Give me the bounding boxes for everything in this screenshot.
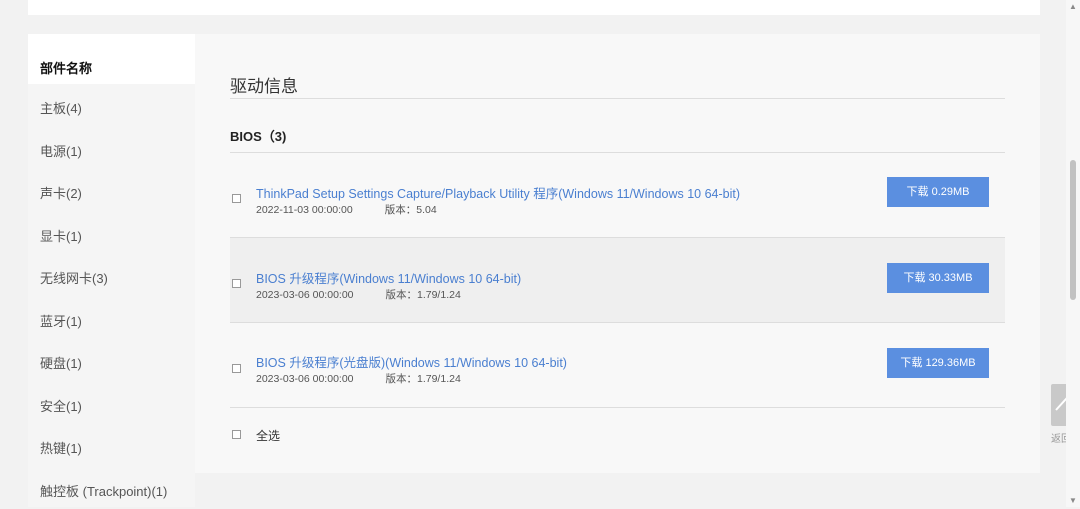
download-button[interactable]: 下载 0.29MB xyxy=(887,177,989,207)
driver-row: ThinkPad Setup Settings Capture/Playback… xyxy=(230,153,1005,238)
driver-name-link[interactable]: BIOS 升级程序(Windows 11/Windows 10 64-bit) xyxy=(256,268,521,287)
driver-row: BIOS 升级程序(光盘版)(Windows 11/Windows 10 64-… xyxy=(230,323,1005,408)
driver-row: BIOS 升级程序(Windows 11/Windows 10 64-bit) … xyxy=(230,238,1005,323)
sidebar-header: 部件名称 xyxy=(28,34,195,84)
sidebar-item-audio[interactable]: 声卡(2) xyxy=(28,169,195,212)
download-button[interactable]: 下载 30.33MB xyxy=(887,263,989,293)
driver-checkbox[interactable] xyxy=(232,194,241,203)
sidebar-item-wireless[interactable]: 无线网卡(3) xyxy=(28,254,195,297)
scroll-up-arrow-icon[interactable]: ▲ xyxy=(1069,2,1077,11)
select-all[interactable]: 全选 xyxy=(230,427,280,444)
divider xyxy=(230,407,1005,408)
sidebar-item-power[interactable]: 电源(1) xyxy=(28,127,195,170)
driver-date: 2023-03-06 00:00:00 xyxy=(256,373,354,385)
sidebar-item-trackpoint[interactable]: 触控板 (Trackpoint)(1) xyxy=(28,467,195,509)
sidebar-item-hotkey[interactable]: 热键(1) xyxy=(28,424,195,467)
download-button[interactable]: 下载 129.36MB xyxy=(887,348,989,378)
scrollbar-thumb[interactable] xyxy=(1070,160,1076,300)
page-title: 驱动信息 xyxy=(230,72,298,97)
driver-date: 2022-11-03 00:00:00 xyxy=(256,204,353,216)
driver-version: 版本：5.04 xyxy=(385,204,437,216)
section-title: BIOS（3) xyxy=(230,126,286,145)
select-all-label[interactable]: 全选 xyxy=(256,429,280,443)
driver-name-link[interactable]: BIOS 升级程序(光盘版)(Windows 11/Windows 10 64-… xyxy=(256,352,567,371)
sidebar-item-bluetooth[interactable]: 蓝牙(1) xyxy=(28,297,195,340)
driver-version: 版本：1.79/1.24 xyxy=(386,289,461,301)
sidebar-item-graphics[interactable]: 显卡(1) xyxy=(28,212,195,255)
sidebar-item-storage[interactable]: 硬盘(1) xyxy=(28,339,195,382)
component-sidebar: 部件名称 主板(4) 电源(1) 声卡(2) 显卡(1) 无线网卡(3) 蓝牙(… xyxy=(28,34,195,507)
driver-version: 版本：1.79/1.24 xyxy=(386,373,461,385)
driver-meta: 2023-03-06 00:00:00 版本：1.79/1.24 xyxy=(256,371,461,386)
scroll-down-arrow-icon[interactable]: ▼ xyxy=(1069,496,1077,505)
scrollbar[interactable]: ▲ ▼ xyxy=(1066,0,1080,507)
divider xyxy=(230,98,1005,99)
driver-meta: 2023-03-06 00:00:00 版本：1.79/1.24 xyxy=(256,287,461,302)
driver-checkbox[interactable] xyxy=(232,364,241,373)
select-all-checkbox[interactable] xyxy=(232,430,241,439)
sidebar-item-security[interactable]: 安全(1) xyxy=(28,382,195,425)
top-strip xyxy=(28,0,1040,15)
driver-checkbox[interactable] xyxy=(232,279,241,288)
driver-meta: 2022-11-03 00:00:00 版本：5.04 xyxy=(256,202,437,217)
driver-name-link[interactable]: ThinkPad Setup Settings Capture/Playback… xyxy=(256,183,740,202)
driver-panel: 驱动信息 BIOS（3) ThinkPad Setup Settings Cap… xyxy=(195,34,1040,473)
driver-date: 2023-03-06 00:00:00 xyxy=(256,289,354,301)
sidebar-item-motherboard[interactable]: 主板(4) xyxy=(28,84,195,127)
